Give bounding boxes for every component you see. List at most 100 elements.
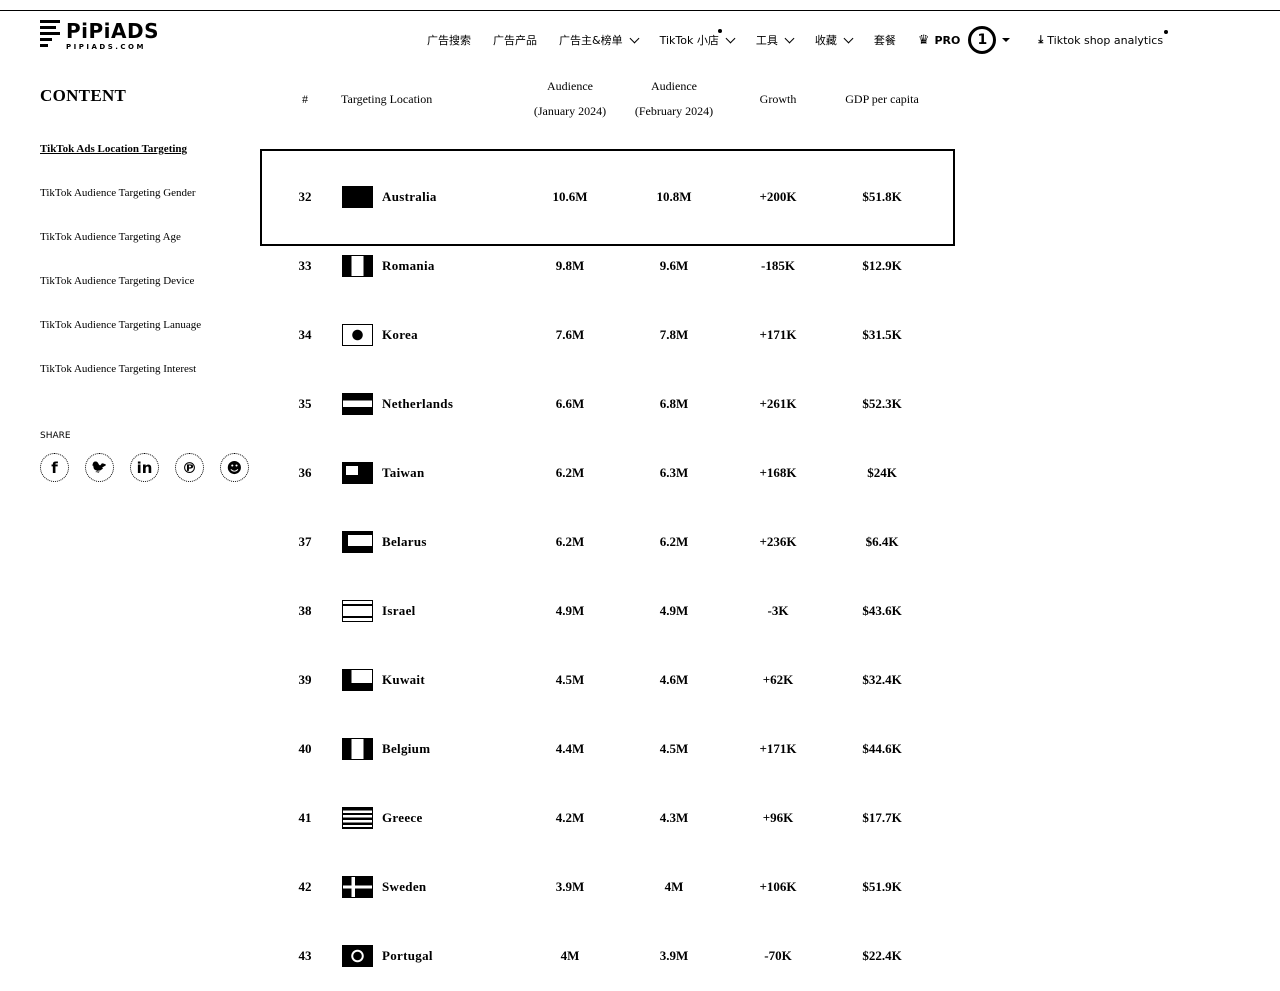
nav-item[interactable]: 广告搜索 <box>427 32 471 48</box>
linkedin-share-button[interactable]: in <box>130 453 159 482</box>
taiwan-flag-icon <box>342 462 373 484</box>
reddit-share-button[interactable]: ☻ <box>220 453 249 482</box>
linkedin-icon: in <box>136 458 153 477</box>
toc-link[interactable]: TikTok Ads Location Targeting <box>40 141 255 185</box>
table-row[interactable]: 35 Netherlands 6.6M 6.8M +261K $52.3K <box>260 370 955 439</box>
twitter-share-button[interactable]: 🐦 <box>85 453 114 482</box>
toc-link[interactable]: TikTok Audience Targeting Gender <box>40 185 255 229</box>
audience-jan-cell: 3.9M <box>555 879 585 894</box>
top-border <box>0 10 1280 11</box>
audience-jan-cell: 4.4M <box>555 741 585 756</box>
rank-cell: 33 <box>298 258 312 273</box>
facebook-share-button[interactable]: f <box>40 453 69 482</box>
pro-label: PRO <box>934 33 961 47</box>
growth-cell: +168K <box>759 465 797 480</box>
sweden-flag-icon <box>342 876 373 898</box>
nav-item[interactable]: 套餐 <box>874 32 896 48</box>
nav-item[interactable]: 广告主&榜单 <box>559 32 640 48</box>
rank-cell: 40 <box>298 741 312 756</box>
shop-analytics-label: Tiktok shop analytics <box>1047 33 1164 47</box>
audience-feb-cell: 3.9M <box>659 948 689 963</box>
nav-item[interactable]: TikTok 小店 <box>659 29 736 48</box>
content-title: CONTENT <box>40 86 127 105</box>
gdp-cell: $52.3K <box>862 396 902 411</box>
gdp-cell: $6.4K <box>865 534 899 549</box>
gdp-cell: $12.9K <box>862 258 902 273</box>
toc-link[interactable]: TikTok Audience Targeting Age <box>40 229 255 273</box>
table-row[interactable]: 33 Romania 9.8M 9.6M -185K $12.9K <box>260 232 955 301</box>
download-icon: ⤓ <box>1038 33 1044 46</box>
table-row[interactable]: 41 Greece 4.2M 4.3M +96K $17.7K <box>260 784 955 853</box>
gdp-cell: $22.4K <box>862 948 902 963</box>
pro-button[interactable]: ♛ PRO <box>918 33 961 48</box>
belarus-flag-icon <box>342 531 373 553</box>
notification-dot <box>1164 30 1169 34</box>
location-name: Belgium <box>382 741 431 756</box>
table-row[interactable]: 42 Sweden 3.9M 4M +106K $51.9K <box>260 853 955 922</box>
audience-feb-cell: 6.8M <box>659 396 689 411</box>
rank-cell: 41 <box>298 810 312 825</box>
growth-cell: +200K <box>759 189 797 204</box>
logo-name: PiPiADS <box>66 19 160 43</box>
growth-cell: -3K <box>767 603 789 618</box>
location-name: Israel <box>382 603 416 618</box>
audience-feb-cell: 6.3M <box>659 465 689 480</box>
table-row[interactable]: 37 Belarus 6.2M 6.2M +236K $6.4K <box>260 508 955 577</box>
nav-item-label: 收藏 <box>814 34 837 47</box>
growth-cell: +96K <box>762 810 794 825</box>
audience-feb-cell: 7.8M <box>659 327 689 342</box>
user-avatar[interactable]: 1 <box>968 26 997 54</box>
header-growth: Growth <box>759 92 797 106</box>
australia-flag-icon <box>342 186 373 208</box>
rank-cell: 42 <box>298 879 312 894</box>
header-rank: # <box>302 92 308 106</box>
rank-cell: 38 <box>298 603 312 618</box>
toc-link[interactable]: TikTok Audience Targeting Lanuage <box>40 317 255 361</box>
nav-item-label: 广告主&榜单 <box>559 34 623 47</box>
chevron-down-icon <box>629 33 640 43</box>
caret-down-icon[interactable] <box>1002 38 1011 42</box>
nav-item[interactable]: 工具 <box>756 32 795 48</box>
audience-feb-cell: 4.5M <box>659 741 689 756</box>
location-name: Sweden <box>382 879 427 894</box>
notification-dot <box>717 29 722 33</box>
header-feb: Audience (February 2024) <box>634 79 714 118</box>
rank-cell: 34 <box>298 327 312 342</box>
growth-cell: +62K <box>762 672 794 687</box>
israel-flag-icon <box>342 600 373 622</box>
rank-cell: 35 <box>298 396 312 411</box>
nav-item-label: TikTok 小店 <box>659 34 719 47</box>
nav-item[interactable]: 广告产品 <box>493 32 537 48</box>
audience-jan-cell: 6.2M <box>555 534 585 549</box>
toc-link[interactable]: TikTok Audience Targeting Interest <box>40 361 255 405</box>
gdp-cell: $43.6K <box>862 603 902 618</box>
audience-feb-cell: 4.9M <box>659 603 689 618</box>
location-name: Australia <box>382 189 437 204</box>
location-name: Netherlands <box>382 396 454 411</box>
table-row[interactable]: 39 Kuwait 4.5M 4.6M +62K $32.4K <box>260 646 955 715</box>
header-gdp: GDP per capita <box>845 92 919 106</box>
nav-item-label: 广告产品 <box>493 34 537 47</box>
audience-feb-cell: 9.6M <box>659 258 689 273</box>
table-row[interactable]: 36 Taiwan 6.2M 6.3M +168K $24K <box>260 439 955 508</box>
audience-feb-cell: 6.2M <box>659 534 689 549</box>
gdp-cell: $24K <box>867 465 897 480</box>
growth-cell: -185K <box>761 258 795 273</box>
rank-cell: 43 <box>298 948 312 963</box>
pipiads-logo[interactable]: PiPiADS PIPIADS.COM <box>40 20 159 51</box>
location-name: Romania <box>382 258 435 273</box>
table-row[interactable]: 40 Belgium 4.4M 4.5M +171K $44.6K <box>260 715 955 784</box>
table-row[interactable]: 38 Israel 4.9M 4.9M -3K $43.6K <box>260 577 955 646</box>
nav-item[interactable]: 收藏 <box>814 32 854 48</box>
tiktok-shop-analytics-link[interactable]: ⤓ Tiktok shop analytics <box>1038 30 1169 47</box>
table-row[interactable]: 43 Portugal 4M 3.9M -70K $22.4K <box>260 922 955 991</box>
table-row[interactable]: 34 Korea 7.6M 7.8M +171K $31.5K <box>260 301 955 370</box>
nav-item-label: 套餐 <box>873 34 896 47</box>
pinterest-share-button[interactable]: ℗ <box>175 453 204 482</box>
growth-cell: +261K <box>759 396 797 411</box>
audience-jan-cell: 6.6M <box>555 396 585 411</box>
audience-jan-cell: 4.2M <box>555 810 585 825</box>
audience-feb-cell: 4.3M <box>659 810 689 825</box>
location-name: Portugal <box>382 948 433 963</box>
toc-link[interactable]: TikTok Audience Targeting Device <box>40 273 255 317</box>
